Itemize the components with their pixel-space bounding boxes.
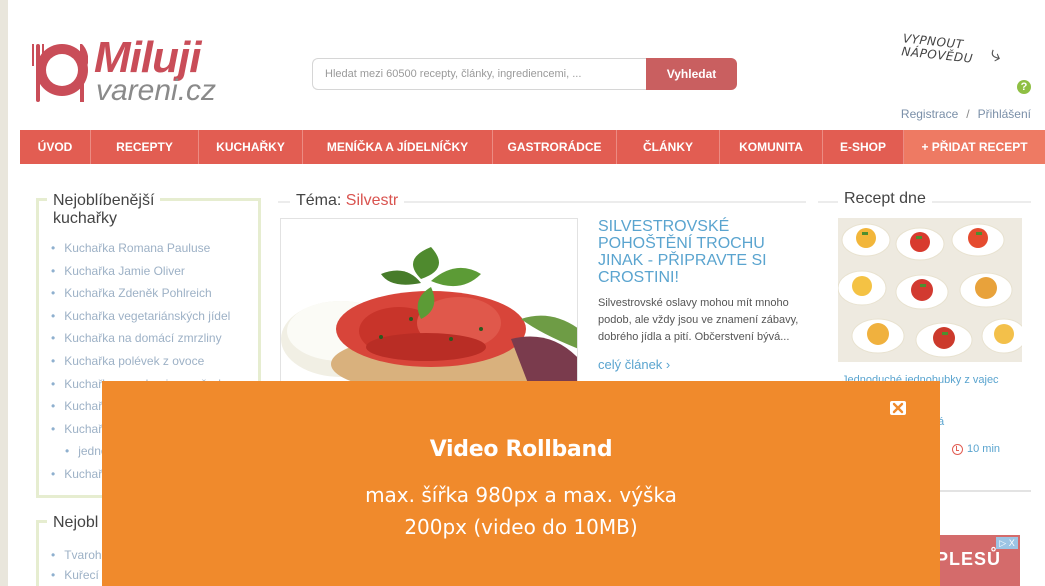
list-item[interactable]: Kuchařka Jamie Oliver xyxy=(51,260,231,283)
rollband-line-2: 200px (video do 10MB) xyxy=(404,515,638,539)
nav-item-clanky[interactable]: ČLÁNKY xyxy=(617,130,720,164)
box-title-line1: Nejoblíbenější xyxy=(53,192,155,209)
search-bar: Vyhledat xyxy=(312,58,737,90)
register-link[interactable]: Registrace xyxy=(901,107,958,121)
site-logo[interactable]: Miluji vareni.cz xyxy=(32,30,232,110)
box-title-2: Nejobl xyxy=(47,514,105,532)
list-item[interactable]: Kuřecí xyxy=(51,565,102,585)
recipe-image[interactable] xyxy=(838,218,1022,362)
box-title-line2: kuchařky xyxy=(53,210,118,227)
list-item[interactable]: Kuchařka Zdeněk Pohlreich xyxy=(51,282,231,305)
nav-item-eshop[interactable]: E-SHOP xyxy=(823,130,904,164)
close-x-glyph xyxy=(892,402,904,414)
list-item[interactable]: Kuchařka na domácí zmrzliny xyxy=(51,327,231,350)
nav-item-uvod[interactable]: ÚVOD xyxy=(20,130,91,164)
search-input[interactable] xyxy=(312,58,646,90)
popular-list-2: Tvaroh Kuřecí xyxy=(51,545,102,585)
rollband-line-1: max. šířka 980px a max. výška xyxy=(365,483,677,507)
page-edge-strip xyxy=(0,0,8,586)
video-rollband-overlay: Video Rollband max. šířka 980px a max. v… xyxy=(102,381,940,586)
rollband-description: max. šířka 980px a max. výška 200px (vid… xyxy=(102,479,940,543)
login-link[interactable]: Přihlášení xyxy=(978,107,1031,121)
rollband-title: Video Rollband xyxy=(429,437,613,462)
ad-choices-icon[interactable]: ▷ X xyxy=(996,537,1018,549)
close-icon[interactable] xyxy=(890,401,906,415)
topic-value[interactable]: Silvestr xyxy=(346,192,398,209)
add-recipe-button[interactable]: + PŘIDAT RECEPT xyxy=(904,130,1045,164)
list-item[interactable]: Kuchařka vegetariánských jídel xyxy=(51,305,231,328)
nav-item-recepty[interactable]: RECEPTY xyxy=(91,130,199,164)
box-title: Nejoblíbenější kuchařky xyxy=(47,192,161,228)
nav-item-kucharky[interactable]: KUCHAŘKY xyxy=(199,130,303,164)
help-toggle[interactable]: VYPNOUT NÁPOVĚDU ⤷ ? xyxy=(890,31,1040,96)
question-icon[interactable]: ? xyxy=(1017,80,1031,94)
topic-heading: Téma: Silvestr xyxy=(290,191,405,211)
list-item[interactable]: Kuchařka Romana Pauluse xyxy=(51,237,231,260)
ad-banner[interactable]: PLESŮ ▷ X xyxy=(930,535,1020,586)
eggs-illustration xyxy=(838,218,1022,362)
arrow-icon: ⤷ xyxy=(986,42,1005,68)
clock-icon xyxy=(952,444,963,455)
search-button[interactable]: Vyhledat xyxy=(646,58,737,90)
nav-item-gastroradce[interactable]: GASTRORÁDCE xyxy=(493,130,617,164)
help-toggle-label: VYPNOUT NÁPOVĚDU xyxy=(901,31,975,65)
read-more-link[interactable]: celý článek › xyxy=(598,357,670,372)
list-item[interactable]: Kuchařka polévek z ovoce xyxy=(51,350,231,373)
topic-label: Téma: xyxy=(296,192,342,209)
article-image[interactable] xyxy=(280,218,578,390)
ad-text: PLESŮ xyxy=(936,549,1002,569)
crostini-illustration xyxy=(281,219,577,389)
plate-cutlery-icon xyxy=(32,44,88,102)
list-item[interactable]: Tvaroh xyxy=(51,545,101,565)
recipe-of-day-title: Recept dne xyxy=(838,189,932,209)
main-nav: ÚVOD RECEPTY KUCHAŘKY MENÍČKA A JÍDELNÍČ… xyxy=(20,130,1045,164)
article-title[interactable]: SILVESTROVSKÉ POHOŠTĚNÍ TROCHU JINAK - P… xyxy=(598,218,813,286)
nav-item-menicka[interactable]: MENÍČKA A JÍDELNÍČKY xyxy=(303,130,493,164)
article-description: Silvestrovské oslavy mohou mít mnoho pod… xyxy=(598,297,799,343)
nav-item-komunita[interactable]: KOMUNITA xyxy=(720,130,823,164)
recipe-time: 10 min xyxy=(967,443,1001,455)
logo-subtitle: vareni.cz xyxy=(96,74,217,107)
auth-links: Registrace / Přihlášení xyxy=(901,107,1031,121)
auth-separator: / xyxy=(966,107,970,121)
